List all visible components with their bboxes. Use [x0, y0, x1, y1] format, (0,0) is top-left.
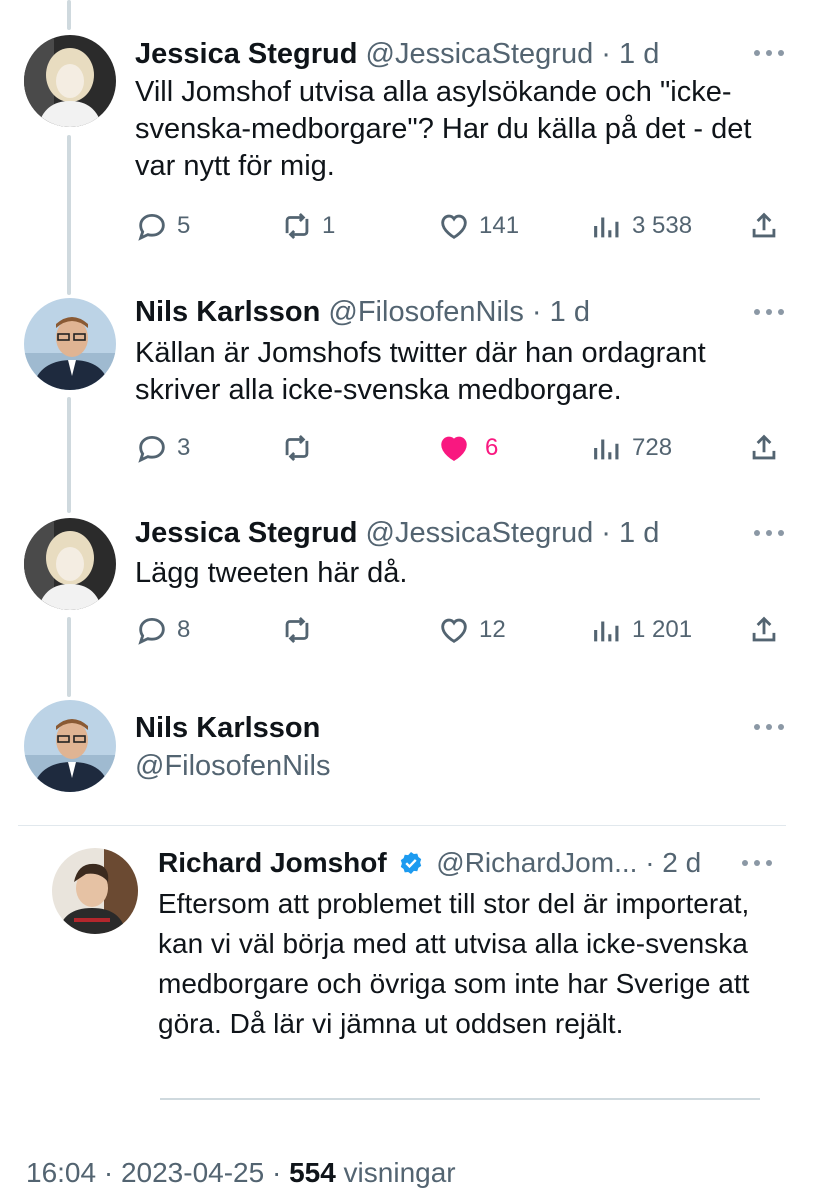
share-icon	[752, 434, 776, 460]
more-icon[interactable]	[754, 306, 784, 318]
retweet-icon	[285, 212, 309, 240]
author-handle[interactable]: @FilosofenNils	[328, 296, 523, 328]
author-name[interactable]: Jessica Stegrud	[135, 38, 357, 70]
heart-icon	[441, 618, 467, 643]
like-button[interactable]: 6	[437, 430, 498, 466]
tweet-time[interactable]: · 1 d	[601, 517, 659, 549]
tweet-actions: 8 12 1 201	[135, 612, 785, 648]
views-count: 1 201	[632, 616, 693, 643]
tweet-meta: 16:04 · 2023-04-25 · 554 visningar	[26, 1155, 456, 1191]
divider	[18, 825, 786, 826]
like-count: 141	[479, 212, 520, 239]
quoted-media-edge	[160, 1098, 760, 1100]
retweet-count: 1	[322, 212, 336, 239]
author-handle[interactable]: @FilosofenNils	[135, 750, 330, 782]
reply-count: 8	[177, 616, 191, 643]
avatar[interactable]	[24, 298, 116, 390]
views-label: visningar	[335, 1157, 456, 1188]
like-button[interactable]: 12	[437, 612, 506, 648]
verified-badge-icon	[401, 851, 422, 875]
avatar[interactable]	[24, 700, 116, 792]
retweet-button[interactable]	[280, 430, 322, 466]
thread-line	[67, 0, 71, 30]
more-icon[interactable]	[754, 527, 784, 539]
tweet-text: Vill Jomshof utvisa alla asylsökande och…	[135, 76, 752, 182]
author-name[interactable]: Richard Jomshof	[158, 847, 387, 878]
author-handle[interactable]: @JessicaStegrud	[366, 38, 594, 70]
tweet-time[interactable]: · 1 d	[532, 296, 590, 328]
more-icon[interactable]	[754, 47, 784, 59]
reply-button[interactable]: 3	[135, 430, 190, 466]
share-button[interactable]	[747, 208, 781, 244]
reply-count: 5	[177, 212, 191, 239]
avatar[interactable]	[24, 518, 116, 610]
views-count: 3 538	[632, 212, 693, 239]
reply-button[interactable]: 8	[135, 612, 190, 648]
tweet-time[interactable]: · 2 d	[645, 847, 701, 878]
thread-line	[67, 397, 71, 513]
retweet-button[interactable]: 1	[280, 208, 335, 244]
reply-icon	[138, 617, 165, 645]
views-button[interactable]: 1 201	[590, 612, 692, 648]
reply-icon	[138, 213, 165, 241]
share-button[interactable]	[747, 612, 781, 648]
heart-icon	[441, 436, 467, 461]
author-name[interactable]: Nils Karlsson	[135, 296, 320, 328]
retweet-icon	[285, 434, 309, 462]
retweet-icon	[285, 616, 309, 644]
views-icon	[594, 439, 619, 460]
author-name[interactable]: Nils Karlsson	[135, 712, 320, 744]
more-icon[interactable]	[754, 721, 784, 733]
more-icon[interactable]	[742, 857, 772, 869]
reply-icon	[138, 435, 165, 463]
tweet-text: Lägg tweeten här då.	[135, 557, 408, 589]
reply-button[interactable]: 5	[135, 208, 190, 244]
views-count: 728	[632, 434, 673, 461]
tweet-text: Eftersom att problemet till stor del är …	[158, 888, 750, 1039]
thread-line	[67, 135, 71, 295]
retweet-button[interactable]	[280, 612, 322, 648]
author-name[interactable]: Jessica Stegrud	[135, 517, 357, 549]
views-button[interactable]: 3 538	[590, 208, 692, 244]
heart-icon	[441, 214, 467, 239]
views-button[interactable]: 728	[590, 430, 672, 466]
like-count: 6	[485, 434, 499, 461]
tweet-text: Källan är Jomshofs twitter där han ordag…	[135, 337, 706, 406]
like-count: 12	[479, 616, 506, 643]
tweet-actions: 5 1 141 3 538	[135, 208, 785, 244]
share-icon	[752, 616, 776, 642]
tweet-timestamp[interactable]: 16:04 · 2023-04-25 ·	[26, 1157, 289, 1188]
share-icon	[752, 212, 776, 238]
like-button[interactable]: 141	[437, 208, 519, 244]
author-handle[interactable]: @JessicaStegrud	[366, 517, 594, 549]
avatar[interactable]	[52, 848, 138, 934]
avatar[interactable]	[24, 35, 116, 127]
author-handle[interactable]: @RichardJom...	[436, 847, 637, 878]
tweet-actions: 3 6 728	[135, 430, 785, 466]
views-icon	[594, 217, 619, 238]
views-icon	[594, 621, 619, 642]
share-button[interactable]	[747, 430, 781, 466]
thread-line	[67, 617, 71, 697]
tweet-time[interactable]: · 1 d	[601, 38, 659, 70]
views-count: 554	[289, 1157, 336, 1188]
reply-count: 3	[177, 434, 191, 461]
